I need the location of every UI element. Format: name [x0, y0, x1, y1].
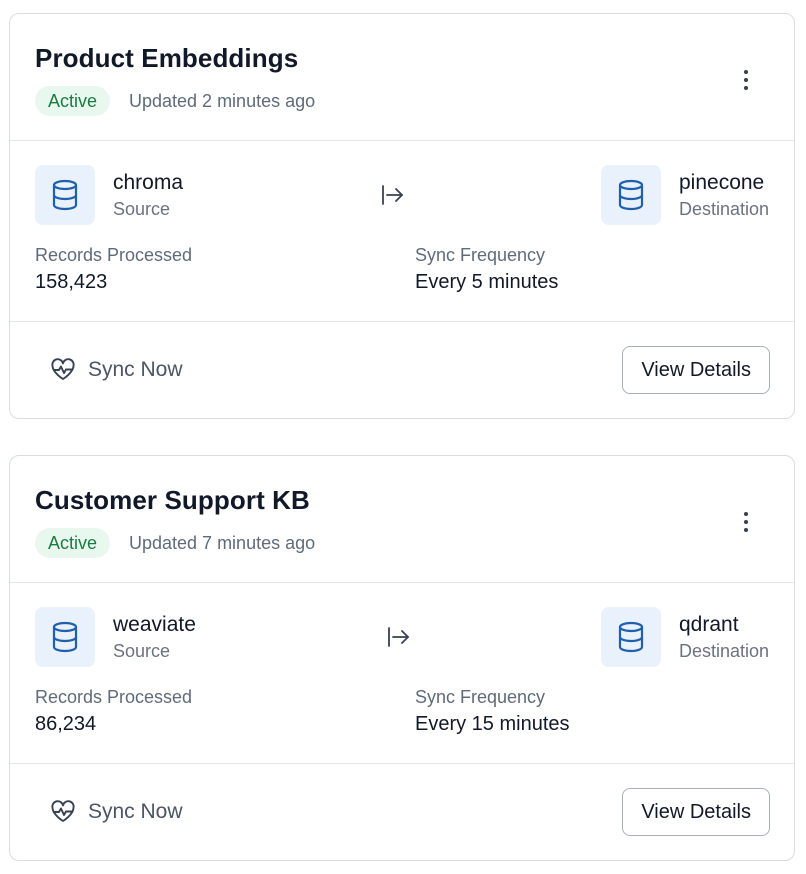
sync-now-button[interactable]: Sync Now: [50, 352, 183, 388]
heart-pulse-icon: [51, 358, 75, 380]
source-database-icon: [35, 165, 95, 225]
card-body: weaviate Source qdrant Destination Recor…: [10, 583, 794, 764]
frequency-value: Every 15 minutes: [415, 713, 570, 735]
card-header: Customer Support KB Active Updated 7 min…: [10, 456, 794, 583]
more-options-button[interactable]: [728, 508, 764, 536]
view-details-button[interactable]: View Details: [622, 346, 770, 394]
card-body: chroma Source pinecone Destination Recor…: [10, 141, 794, 322]
sync-now-label: Sync Now: [88, 358, 183, 381]
updated-timestamp: Updated 7 minutes ago: [129, 533, 316, 553]
more-vertical-icon: [744, 512, 748, 516]
sync-now-label: Sync Now: [88, 800, 183, 823]
source-name: weaviate: [113, 613, 196, 636]
destination-role: Destination: [679, 199, 770, 219]
pipeline-card: Customer Support KB Active Updated 7 min…: [9, 455, 795, 861]
frequency-value: Every 5 minutes: [415, 271, 559, 293]
card-header: Product Embeddings Active Updated 2 minu…: [10, 14, 794, 141]
pipeline-title: Customer Support KB: [35, 485, 310, 515]
records-label: Records Processed: [35, 245, 193, 265]
view-details-button[interactable]: View Details: [622, 788, 770, 836]
source-name: chroma: [113, 171, 184, 194]
records-label: Records Processed: [35, 687, 193, 707]
frequency-label: Sync Frequency: [415, 245, 546, 265]
updated-timestamp: Updated 2 minutes ago: [129, 91, 316, 111]
records-value: 158,423: [35, 271, 108, 293]
card-footer: Sync Now View Details: [10, 322, 794, 418]
card-footer: Sync Now View Details: [10, 764, 794, 860]
pipeline-title: Product Embeddings: [35, 43, 299, 73]
destination-name: pinecone: [679, 171, 765, 194]
source-role: Source: [113, 199, 171, 219]
pipeline-card: Product Embeddings Active Updated 2 minu…: [9, 13, 795, 419]
sync-now-button[interactable]: Sync Now: [50, 794, 183, 830]
source-role: Source: [113, 641, 171, 661]
more-vertical-icon: [744, 70, 748, 74]
destination-role: Destination: [679, 641, 770, 661]
destination-database-icon: [601, 607, 661, 667]
destination-database-icon: [601, 165, 661, 225]
heart-pulse-icon: [51, 800, 75, 822]
arrow-right-to-line-icon: [388, 627, 409, 647]
status-badge: Active: [35, 86, 111, 116]
destination-name: qdrant: [679, 613, 739, 636]
records-value: 86,234: [35, 713, 97, 735]
frequency-label: Sync Frequency: [415, 687, 546, 707]
more-options-button[interactable]: [728, 66, 764, 94]
status-badge: Active: [35, 528, 111, 558]
source-database-icon: [35, 607, 95, 667]
arrow-right-to-line-icon: [382, 185, 403, 205]
